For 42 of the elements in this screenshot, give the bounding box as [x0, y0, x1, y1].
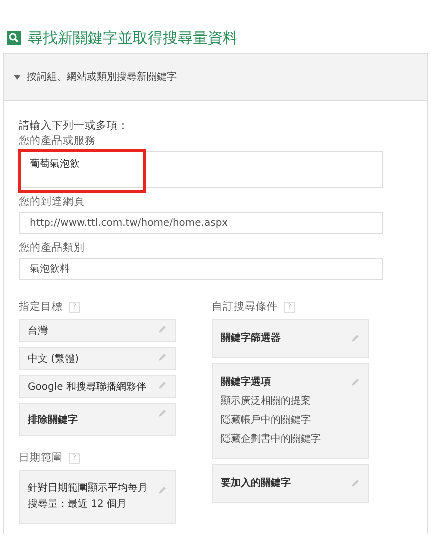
- section-title: 按詞組、網站或類別搜尋新關鍵字: [27, 70, 177, 84]
- section-label: 指定目標: [19, 300, 63, 314]
- card-title: 關鍵字篩選器: [221, 331, 281, 346]
- pencil-icon[interactable]: [158, 486, 167, 495]
- section-header[interactable]: 按詞組、網站或類別搜尋新關鍵字: [4, 54, 427, 101]
- field-label: 您的產品或服務: [19, 134, 97, 148]
- card-text: 中文 (繁體): [28, 352, 79, 366]
- caret-icon: [14, 74, 21, 80]
- card-text: 針對日期範圍顯示平均每月搜尋量：最近 12 個月: [28, 482, 149, 512]
- search-icon: [7, 31, 21, 45]
- setting-card[interactable]: 針對日期範圍顯示平均每月搜尋量：最近 12 個月: [19, 470, 176, 524]
- pencil-icon[interactable]: [158, 353, 167, 362]
- setting-card[interactable]: Google 和搜尋聯播網夥伴: [19, 375, 176, 398]
- option-text: 顯示廣泛相關的提案: [221, 394, 312, 409]
- setting-card[interactable]: 中文 (繁體): [19, 347, 176, 370]
- pencil-icon[interactable]: [158, 381, 167, 390]
- card-text: 台灣: [28, 324, 48, 338]
- page-title: 尋找新關鍵字並取得搜尋量資料: [28, 28, 238, 48]
- card-title: 關鍵字選項: [221, 375, 272, 390]
- setting-card[interactable]: 關鍵字選項 顯示廣泛相關的提案 隱藏帳戶中的關鍵字 隱藏企劃書中的關鍵字: [212, 363, 369, 459]
- input-field[interactable]: 氣泡飲料: [19, 258, 383, 280]
- input-field[interactable]: 葡萄氣泡飲: [19, 151, 383, 188]
- instruction-text: 請輸入下列一或多項：: [19, 119, 130, 133]
- card-text: Google 和搜尋聯播網夥伴: [28, 380, 146, 394]
- pencil-icon[interactable]: [351, 378, 360, 387]
- field-label: 您的產品類別: [19, 241, 86, 255]
- setting-card[interactable]: 台灣: [19, 319, 176, 342]
- setting-card[interactable]: 要加入的關鍵字: [212, 464, 369, 503]
- pencil-icon[interactable]: [158, 409, 167, 418]
- card-title: 要加入的關鍵字: [221, 476, 291, 491]
- section-label: 日期範圍: [19, 451, 63, 465]
- pencil-icon[interactable]: [351, 479, 360, 488]
- input-field[interactable]: http://www.ttl.com.tw/home/home.aspx: [19, 212, 383, 234]
- setting-card[interactable]: 排除關鍵字: [19, 403, 176, 436]
- setting-card[interactable]: 關鍵字篩選器: [212, 319, 369, 358]
- pencil-icon[interactable]: [351, 334, 360, 343]
- card-text: 排除關鍵字: [28, 413, 78, 426]
- option-text: 隱藏企劃書中的關鍵字: [221, 432, 321, 447]
- section-label: 自訂搜尋條件: [212, 300, 278, 314]
- field-label: 您的到達網頁: [19, 195, 86, 209]
- pencil-icon[interactable]: [158, 325, 167, 334]
- option-text: 隱藏帳戶中的關鍵字: [221, 414, 312, 428]
